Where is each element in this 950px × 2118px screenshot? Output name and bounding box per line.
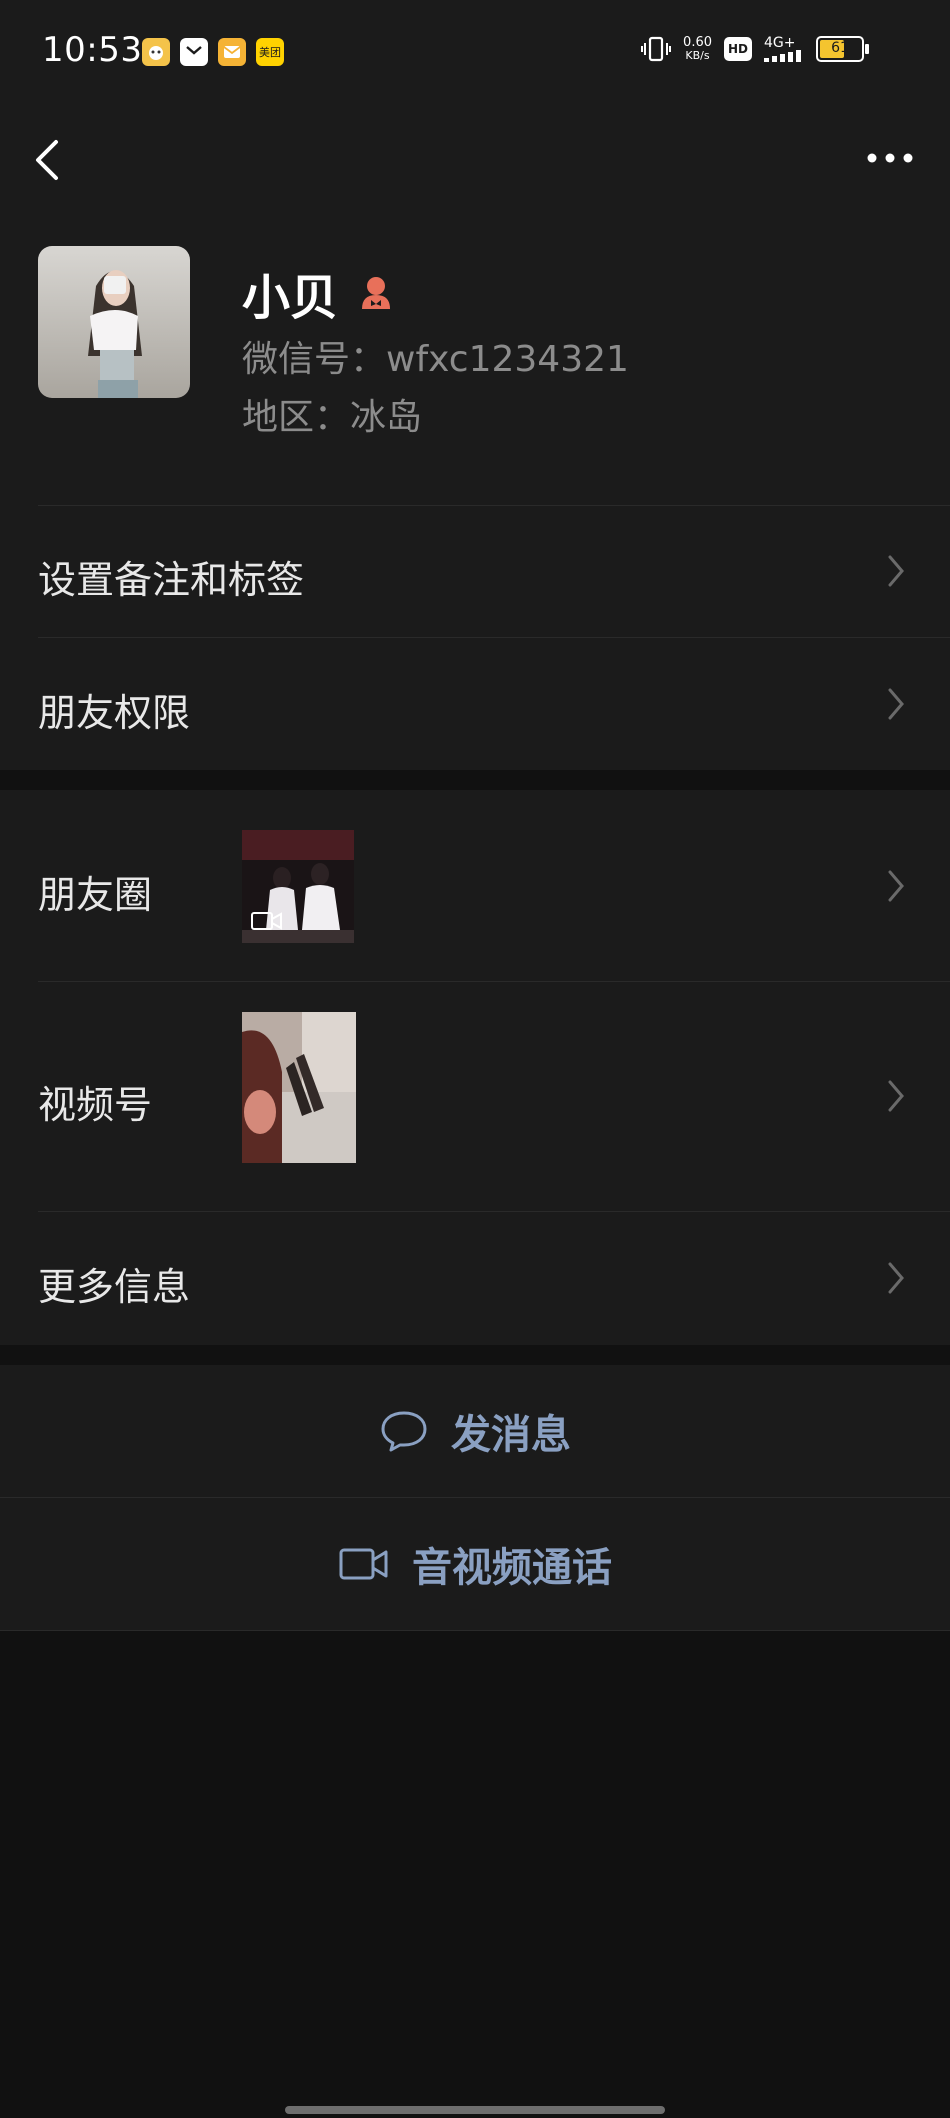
- chevron-right-icon: [888, 688, 904, 720]
- hd-badge: HD: [724, 37, 752, 61]
- message-app-icon: [180, 38, 208, 66]
- menu-item-label: 朋友圈: [38, 873, 153, 917]
- chevron-left-icon[interactable]: [30, 132, 70, 188]
- menu-item-remark-tags[interactable]: 设置备注和标签: [0, 505, 950, 637]
- chevron-right-icon: [888, 1262, 904, 1294]
- av-call-content: 音视频通话: [0, 1498, 950, 1630]
- net-speed: 0.60 KB/s: [683, 36, 712, 62]
- top-nav: [0, 110, 950, 210]
- net-speed-value: 0.60: [683, 35, 712, 50]
- send-message-button[interactable]: 发消息: [0, 1365, 950, 1497]
- info-group: 朋友圈 视频号 更多信息: [0, 790, 950, 1345]
- chevron-right-icon: [888, 1080, 904, 1112]
- battery-level: 61: [831, 40, 849, 56]
- female-gender-icon: [362, 277, 391, 309]
- system-indicators: 0.60 KB/s HD 4G+ 61: [641, 34, 869, 64]
- status-bar: 10:53 美团 0.60 KB/s HD 4G+ 61: [0, 0, 950, 110]
- pet-app-icon: [142, 38, 170, 66]
- status-time: 10:53: [42, 30, 143, 70]
- menu-item-channels[interactable]: 视频号: [0, 982, 950, 1212]
- wechat-id: 微信号：wfxc1234321: [242, 339, 629, 380]
- meituan-app-icon: 美团: [256, 38, 284, 66]
- send-message-content: 发消息: [0, 1365, 950, 1497]
- settings-group: 设置备注和标签 朋友权限: [0, 505, 950, 770]
- av-call-button[interactable]: 音视频通话: [0, 1498, 950, 1630]
- signal-label: 4G+: [764, 35, 796, 51]
- avatar[interactable]: [38, 246, 190, 398]
- signal-indicator: 4G+: [764, 36, 804, 62]
- menu-item-label: 更多信息: [38, 1265, 191, 1309]
- vibrate-icon: [641, 36, 672, 62]
- channels-thumbnail: [242, 1012, 356, 1163]
- profile-header: 小贝 微信号：wfxc1234321 地区：冰岛: [0, 210, 950, 505]
- battery-cap: [865, 44, 869, 54]
- send-message-label: 发消息: [451, 1412, 571, 1458]
- name-row: 小贝: [242, 258, 396, 328]
- moments-thumbnail: [242, 830, 354, 943]
- chevron-right-icon: [888, 870, 904, 902]
- region: 地区：冰岛: [242, 397, 423, 438]
- notification-icons: 美团: [142, 38, 284, 66]
- video-camera-icon: [251, 912, 282, 930]
- video-call-icon: [339, 1548, 388, 1580]
- contact-name: 小贝: [242, 270, 339, 326]
- av-call-label: 音视频通话: [412, 1545, 612, 1591]
- chat-bubble-icon: [381, 1411, 427, 1452]
- more-dots-icon[interactable]: [866, 146, 914, 170]
- contact-profile-screen: 10:53 美团 0.60 KB/s HD 4G+ 61 小贝 微信号：wfxc…: [0, 0, 950, 2118]
- mail-app-icon: [218, 38, 246, 66]
- menu-item-label: 朋友权限: [38, 691, 191, 735]
- home-indicator[interactable]: [285, 2106, 665, 2114]
- menu-item-more-info[interactable]: 更多信息: [0, 1212, 950, 1345]
- chevron-right-icon: [888, 555, 904, 587]
- divider: [0, 1630, 950, 1631]
- menu-item-friend-permissions[interactable]: 朋友权限: [0, 638, 950, 770]
- menu-item-moments[interactable]: 朋友圈: [0, 790, 950, 982]
- battery-icon: 61: [816, 36, 869, 62]
- net-speed-unit: KB/s: [685, 49, 710, 62]
- menu-item-label: 设置备注和标签: [38, 558, 305, 602]
- signal-bars-icon: [764, 50, 801, 62]
- menu-item-label: 视频号: [38, 1083, 153, 1127]
